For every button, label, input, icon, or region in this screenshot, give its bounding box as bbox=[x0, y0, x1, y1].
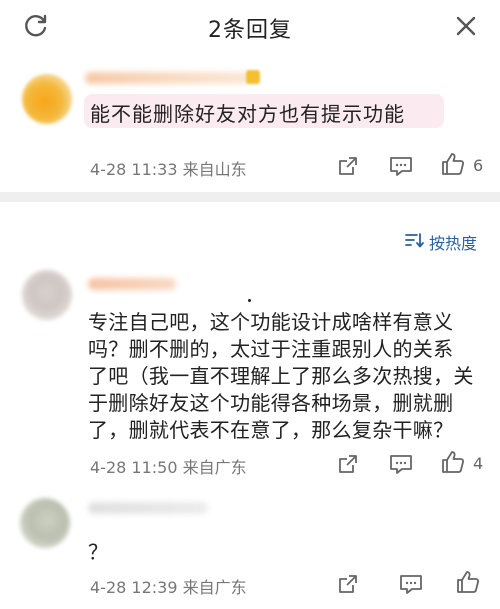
text-dot bbox=[248, 299, 251, 302]
sort-icon bbox=[405, 231, 425, 253]
username-blurred[interactable] bbox=[88, 278, 176, 290]
avatar[interactable] bbox=[22, 74, 72, 124]
share-icon[interactable] bbox=[335, 571, 361, 597]
reply-meta: 4-28 12:39 来自广东 bbox=[90, 574, 247, 598]
comment-icon[interactable] bbox=[388, 153, 414, 179]
reply-text-line: 了吧（我一直不理解上了那么多次热搜，关 bbox=[88, 364, 474, 388]
comment-location: 来自山东 bbox=[182, 160, 247, 179]
like-icon[interactable] bbox=[440, 151, 466, 177]
comment-time: 4-28 11:33 bbox=[90, 160, 178, 179]
reply-text-line: 专注自己吧，这个功能设计成啥样有意义 bbox=[88, 310, 454, 334]
section-divider bbox=[0, 192, 500, 202]
avatar[interactable] bbox=[20, 498, 70, 548]
reply-text-line: 了，删就代表不在意了，那么复杂干嘛？ bbox=[88, 418, 454, 442]
sort-label: 按热度 bbox=[429, 234, 478, 253]
like-icon[interactable] bbox=[440, 449, 466, 475]
like-icon[interactable] bbox=[455, 569, 481, 595]
sort-button[interactable]: 按热度 bbox=[405, 230, 477, 254]
reply-text-line: 于删除好友这个功能得各种场景，删就删 bbox=[88, 391, 454, 415]
like-count: 6 bbox=[473, 156, 484, 175]
reply-text-line: 吗？删不删的，太过于注重跟别人的关系 bbox=[88, 337, 454, 361]
page-title: 2条回复 bbox=[208, 18, 292, 43]
like-count: 4 bbox=[473, 454, 484, 473]
header: 2条回复 bbox=[0, 0, 500, 52]
reply-time: 4-28 12:39 bbox=[90, 578, 178, 597]
comment-icon[interactable] bbox=[398, 571, 424, 597]
reply-text-line: ？ bbox=[88, 540, 109, 564]
username-blurred[interactable] bbox=[85, 72, 250, 84]
close-icon[interactable] bbox=[450, 10, 482, 42]
share-icon[interactable] bbox=[335, 451, 361, 477]
comment-meta: 4-28 11:33 来自山东 bbox=[90, 156, 247, 180]
avatar[interactable] bbox=[22, 270, 72, 320]
comment-icon[interactable] bbox=[388, 451, 414, 477]
badge-icon bbox=[246, 70, 260, 84]
reply-location: 来自广东 bbox=[182, 458, 247, 477]
comment-text: 能不能删除好友对方也有提示功能 bbox=[90, 102, 405, 126]
reply-location: 来自广东 bbox=[182, 578, 247, 597]
username-blurred[interactable] bbox=[88, 502, 208, 514]
reply-meta: 4-28 11:50 来自广东 bbox=[90, 454, 247, 478]
reply-time: 4-28 11:50 bbox=[90, 458, 178, 477]
original-comment: 能不能删除好友对方也有提示功能 4-28 11:33 来自山东 6 bbox=[0, 52, 500, 192]
share-icon[interactable] bbox=[335, 153, 361, 179]
